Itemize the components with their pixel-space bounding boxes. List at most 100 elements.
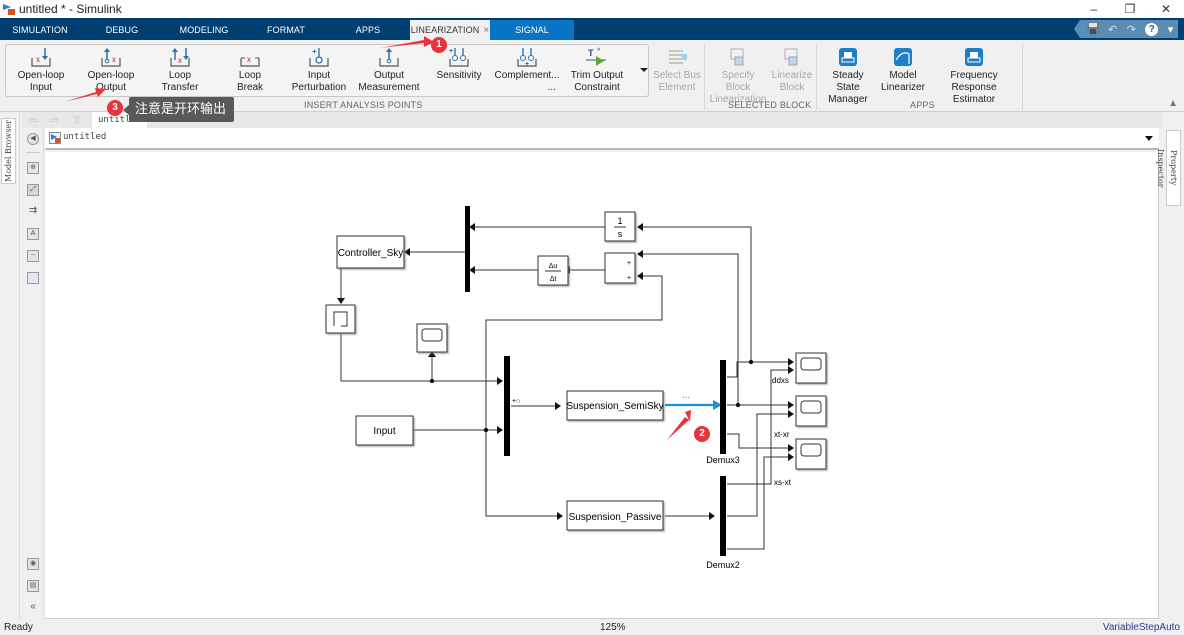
fit-to-view-icon[interactable]: ⤢: [27, 184, 39, 196]
derivative-block[interactable]: Δu Δt: [537, 255, 569, 286]
scope-block-xt-xr[interactable]: [795, 395, 827, 427]
svg-text:x: x: [36, 55, 40, 64]
help-icon[interactable]: ?: [1145, 22, 1159, 36]
svg-text:^: ^: [597, 48, 601, 55]
input-perturbation-button[interactable]: + Input Perturbation: [286, 46, 352, 94]
steady-state-manager-button[interactable]: Steady State Manager: [820, 46, 876, 106]
complementary-sensitivity-button[interactable]: + Complement... ...: [494, 46, 560, 94]
screenshot-icon[interactable]: ◉: [27, 558, 39, 570]
suspension-passive-block[interactable]: Suspension_Passive: [566, 500, 664, 531]
relay-block[interactable]: [325, 304, 356, 334]
sum-block[interactable]: + +: [604, 252, 636, 284]
image-icon[interactable]: ~: [27, 250, 39, 262]
up-arrow-icon[interactable]: ⇧: [72, 113, 82, 127]
scope-block-xs-xt[interactable]: [795, 438, 827, 470]
svg-text:+: +: [525, 61, 529, 68]
integrator-block[interactable]: 1 s: [604, 211, 636, 242]
frequency-response-estimator-button[interactable]: Frequency Response Estimator: [928, 46, 1020, 106]
signal-label-ddxs: ddxs: [772, 376, 789, 385]
forward-arrow-icon[interactable]: ⇨: [50, 113, 60, 127]
svg-text:x: x: [178, 56, 182, 65]
annotation-tooltip: 注意是开环输出: [122, 97, 235, 122]
suspension-semisky-block[interactable]: Suspension_SemiSky: [566, 390, 664, 421]
close-button[interactable]: ✕: [1148, 0, 1184, 18]
more-analysis-points-dropdown-icon[interactable]: [640, 68, 648, 72]
mux-block[interactable]: [465, 206, 470, 292]
svg-text:x: x: [112, 55, 116, 64]
annotation-arrow-2: [667, 417, 689, 440]
status-text: Ready: [4, 622, 33, 633]
redo-icon[interactable]: ↷: [1127, 23, 1136, 36]
trim-output-constraint-button[interactable]: T ^ Trim Output Constraint: [566, 46, 628, 94]
quick-access-toolbar: ↶ ↷ ? ▾: [1074, 20, 1178, 38]
loop-transfer-button[interactable]: x Loop Transfer: [152, 46, 208, 94]
linearization-marker: +○: [512, 398, 520, 405]
scope-block-ddxs[interactable]: [795, 352, 827, 384]
linearize-block-button[interactable]: Linearize Block: [770, 46, 814, 94]
input-perturbation-icon: +: [286, 46, 352, 68]
demux3-block[interactable]: [720, 360, 726, 454]
maximize-button[interactable]: ❐: [1112, 0, 1148, 18]
linearize-block-icon: [770, 46, 814, 68]
svg-text:Suspension_Passive: Suspension_Passive: [569, 512, 662, 523]
input-block[interactable]: Input: [355, 415, 414, 446]
solver-link[interactable]: VariableStepAuto: [1103, 622, 1180, 633]
annotation-badge-3: 3: [107, 100, 123, 116]
more-dropdown-icon[interactable]: ▾: [1168, 23, 1174, 36]
open-loop-input-icon: x: [12, 46, 70, 68]
select-bus-element-button[interactable]: Select Bus Element: [652, 46, 702, 94]
model-data-icon[interactable]: ▤: [27, 580, 39, 592]
hide-panel-icon[interactable]: ◀: [27, 133, 39, 145]
model-icon: [49, 132, 61, 144]
svg-text:Suspension_SemiSky: Suspension_SemiSky: [566, 401, 663, 412]
back-arrow-icon[interactable]: ⇦: [28, 113, 38, 127]
zoom-icon[interactable]: ⊕: [27, 162, 39, 174]
svg-text:Controller_Sky: Controller_Sky: [338, 248, 404, 259]
specify-block-linearization-button[interactable]: Specify Block Linearization: [708, 46, 768, 106]
svg-text:1: 1: [617, 216, 622, 226]
minimize-button[interactable]: –: [1076, 0, 1112, 18]
trim-output-constraint-icon: T ^: [566, 46, 628, 68]
model-canvas[interactable]: Controller_Sky 1 s + + Δu Δt Input +○ Su…: [45, 152, 1159, 619]
collapse-ribbon-icon[interactable]: ▲: [1168, 98, 1178, 109]
annotation-icon[interactable]: A: [27, 228, 39, 240]
loop-break-button[interactable]: x Loop Break: [222, 46, 278, 94]
ribbon-tab-bar: SIMULATION DEBUG MODELING FORMAT APPS LI…: [0, 18, 1184, 40]
tab-modeling[interactable]: MODELING: [164, 20, 244, 40]
demux2-label: Demux2: [706, 560, 740, 570]
svg-text:x: x: [247, 55, 251, 64]
route-lines-icon[interactable]: ⇉: [27, 206, 39, 218]
close-tab-icon[interactable]: ×: [483, 25, 489, 36]
complementary-sensitivity-icon: +: [494, 46, 560, 68]
save-icon[interactable]: [1086, 21, 1099, 37]
canvas-toolstrip: ◀ ⊕ ⤢ ⇉ A ~ ◉ ▤ «: [22, 128, 44, 620]
tab-signal[interactable]: SIGNAL: [490, 20, 574, 40]
property-inspector-tab[interactable]: Property Inspector: [1156, 130, 1181, 206]
tab-debug[interactable]: DEBUG: [82, 20, 162, 40]
output-measurement-button[interactable]: Output Measurement: [356, 46, 422, 94]
signal-label-xt-xr: xt-xr: [774, 430, 790, 439]
bus-element-icon: [652, 46, 702, 68]
controller-sky-block[interactable]: Controller_Sky: [336, 235, 405, 269]
status-bar: Ready 125% VariableStepAuto: [0, 620, 1184, 635]
demux2-block[interactable]: [720, 476, 726, 556]
tab-format[interactable]: FORMAT: [246, 20, 326, 40]
loop-break-icon: x: [222, 46, 278, 68]
scope-block-controller[interactable]: [416, 323, 448, 353]
signal-dots: ...: [682, 390, 690, 401]
model-linearizer-icon: [880, 46, 926, 68]
area-icon[interactable]: [27, 272, 39, 284]
block-diagram: Controller_Sky 1 s + + Δu Δt Input +○ Su…: [325, 206, 827, 570]
apps-label: APPS: [910, 100, 935, 110]
address-dropdown-icon[interactable]: [1145, 136, 1153, 141]
model-path[interactable]: untitled: [63, 132, 106, 142]
mux2-block[interactable]: [504, 356, 510, 456]
tab-simulation[interactable]: SIMULATION: [0, 20, 80, 40]
svg-text:s: s: [618, 229, 623, 239]
model-browser-tab[interactable]: Model Browser: [1, 118, 16, 184]
svg-text:T: T: [588, 48, 594, 58]
demux3-label: Demux3: [706, 455, 740, 465]
expand-icon[interactable]: «: [27, 602, 39, 614]
model-linearizer-button[interactable]: Model Linearizer: [880, 46, 926, 94]
undo-icon[interactable]: ↶: [1108, 23, 1117, 36]
